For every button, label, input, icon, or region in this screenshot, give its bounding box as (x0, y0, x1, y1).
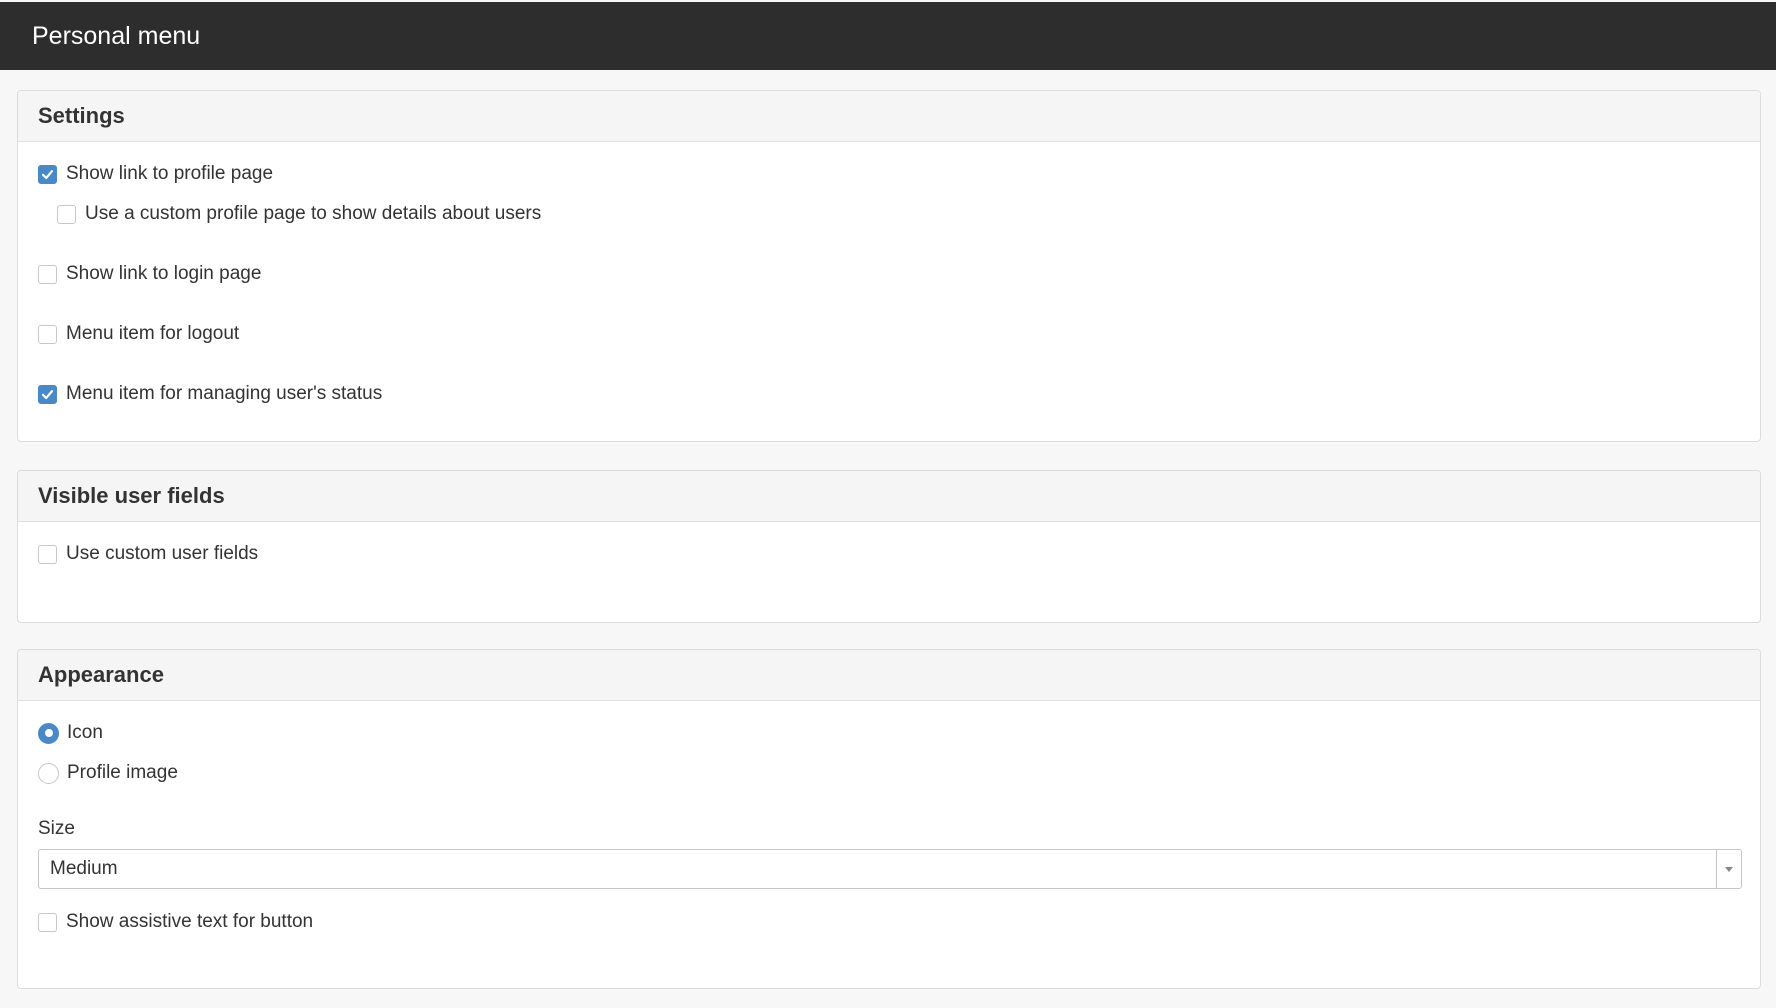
logout-menu-item-checkbox[interactable] (38, 324, 57, 344)
custom-profile-page-checkbox[interactable] (57, 204, 76, 224)
show-profile-link-option[interactable]: Show link to profile page (38, 163, 273, 185)
settings-panel-header: Settings (18, 91, 1760, 142)
size-select[interactable]: Medium (38, 849, 1742, 889)
dropdown-arrow-button[interactable] (1716, 850, 1741, 888)
checkmark-icon (41, 169, 54, 179)
appearance-panel-header: Appearance (18, 650, 1760, 701)
settings-panel: Settings Show link to profile page Use a… (17, 90, 1761, 442)
page-title: Personal menu (32, 21, 201, 50)
icon-radio[interactable] (38, 722, 59, 744)
profile-image-radio-option[interactable]: Profile image (38, 762, 178, 784)
show-profile-link-label: Show link to profile page (66, 163, 274, 184)
user-status-menu-item-checkbox[interactable] (38, 384, 57, 404)
profile-image-radio[interactable] (38, 762, 59, 784)
custom-profile-page-option[interactable]: Use a custom profile page to show detail… (57, 203, 541, 225)
appearance-heading: Appearance (38, 662, 164, 687)
custom-user-fields-option[interactable]: Use custom user fields (38, 543, 258, 565)
user-status-menu-item-label: Menu item for managing user's status (66, 383, 383, 404)
visible-user-fields-panel: Visible user fields Use custom user fiel… (17, 470, 1761, 623)
icon-radio-option[interactable]: Icon (38, 722, 103, 744)
assistive-text-label: Show assistive text for button (66, 911, 314, 932)
custom-profile-page-label: Use a custom profile page to show detail… (85, 203, 542, 224)
profile-image-radio-label: Profile image (67, 762, 178, 783)
visible-user-fields-panel-header: Visible user fields (18, 471, 1760, 522)
show-login-link-label: Show link to login page (66, 263, 262, 284)
icon-radio-label: Icon (67, 722, 103, 743)
custom-user-fields-checkbox[interactable] (38, 544, 57, 564)
top-bar: Personal menu (0, 2, 1776, 70)
logout-menu-item-label: Menu item for logout (66, 323, 240, 344)
show-login-link-checkbox[interactable] (38, 264, 57, 284)
checkmark-icon (41, 389, 54, 399)
appearance-panel: Appearance Icon Profile image Size Mediu… (17, 649, 1761, 989)
settings-heading: Settings (38, 103, 125, 128)
user-status-menu-item-option[interactable]: Menu item for managing user's status (38, 383, 382, 405)
show-profile-link-checkbox[interactable] (38, 164, 57, 184)
assistive-text-checkbox[interactable] (38, 912, 57, 932)
assistive-text-option[interactable]: Show assistive text for button (38, 911, 313, 933)
radio-dot-icon (44, 729, 53, 737)
custom-user-fields-label: Use custom user fields (66, 543, 259, 564)
size-select-value: Medium (50, 858, 118, 879)
show-login-link-option[interactable]: Show link to login page (38, 263, 261, 285)
caret-down-icon (1725, 866, 1733, 872)
visible-user-fields-heading: Visible user fields (38, 483, 225, 508)
size-label: Size (38, 818, 75, 839)
logout-menu-item-option[interactable]: Menu item for logout (38, 323, 239, 345)
